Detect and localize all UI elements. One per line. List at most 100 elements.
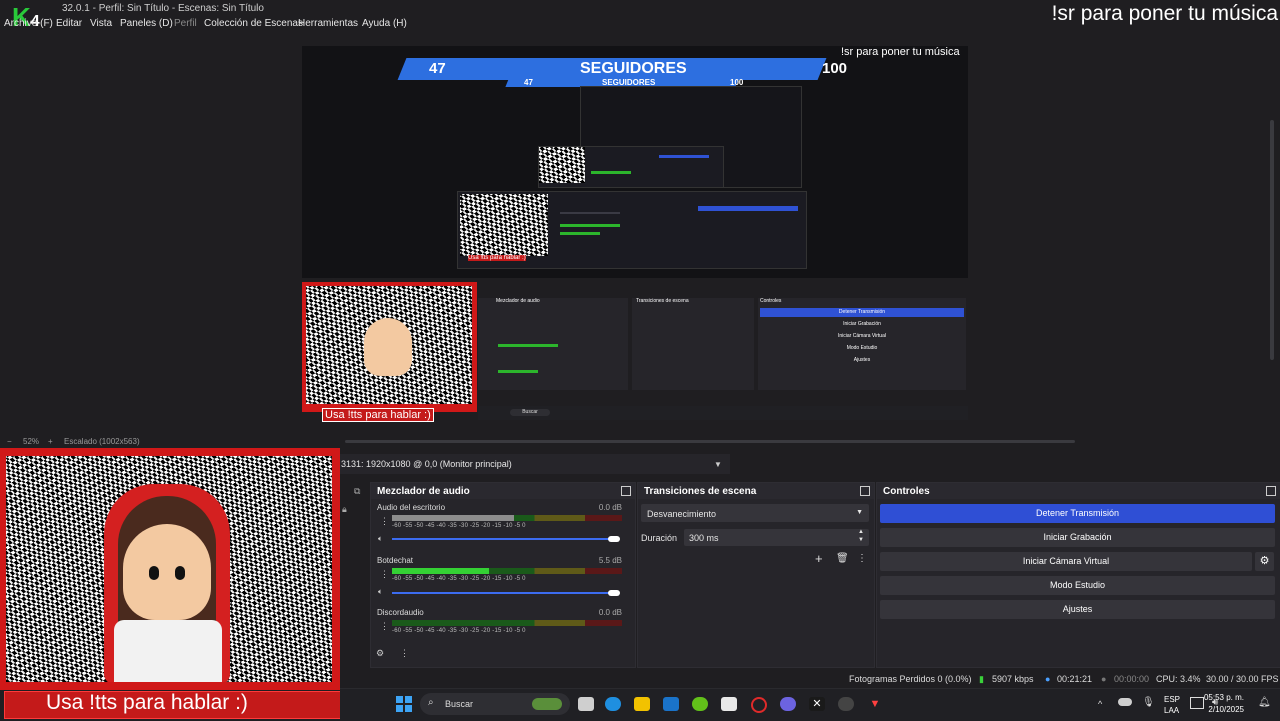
menu-ayuda[interactable]: Ayuda (H) [362, 18, 407, 29]
clock-time[interactable]: 05:53 p. m. [1204, 693, 1244, 702]
streamlabs-icon[interactable]: ▼ [867, 697, 883, 711]
nested-controls: Controles Detener Transmisión Iniciar Gr… [758, 298, 966, 390]
obs-icon[interactable] [838, 697, 854, 711]
lock-icon[interactable]: 🔒︎ [342, 504, 347, 515]
audio-mixer-title: Mezclador de audio [377, 486, 470, 497]
transitions-header: Transiciones de escena [638, 483, 874, 499]
menu-vista[interactable]: Vista [90, 18, 112, 29]
undock-icon[interactable] [1266, 486, 1276, 496]
mixer-volume-slider[interactable] [392, 592, 612, 594]
avatar-shirt [114, 620, 222, 682]
microphone-icon[interactable]: 🎙︎ [1142, 697, 1155, 708]
nested-virtualcam: Iniciar Cámara Virtual [838, 333, 886, 339]
duration-label: Duración [641, 533, 678, 543]
mixer-menu-icon[interactable]: ⋮ [380, 569, 389, 580]
store-icon[interactable] [721, 697, 737, 711]
edge-icon[interactable] [605, 697, 621, 711]
music-overlay-text: !sr para poner tu música [1051, 2, 1278, 25]
window-title: 32.0.1 - Perfil: Sin Título - Escenas: S… [62, 3, 264, 14]
mixer-more-icon[interactable]: ⋮ [400, 648, 409, 659]
undock-icon[interactable]: ⧉ [354, 486, 360, 497]
speaker-icon[interactable]: 🔈︎ [378, 587, 383, 597]
stop-stream-button[interactable]: Detener Transmisión [880, 504, 1275, 523]
duration-spinbox[interactable]: 300 ms ▲ ▼ [684, 529, 869, 546]
stream-status-icon: ● [1045, 674, 1051, 684]
controls-title: Controles [883, 486, 930, 497]
clock-date[interactable]: 2/10/2025 [1208, 705, 1244, 714]
preview-canvas[interactable]: 47 SEGUIDORES 100 !sr para poner tu músi… [302, 46, 968, 422]
mixer-menu-icon[interactable]: ⋮ [380, 516, 389, 527]
preview-vertical-scrollbar[interactable] [1270, 120, 1274, 360]
add-transition-icon[interactable]: + [815, 551, 823, 566]
mixer-menu-icon[interactable]: ⋮ [380, 621, 389, 632]
nested-mixer-meter-2 [498, 370, 538, 373]
mixer-volume-slider[interactable] [392, 538, 612, 540]
start-virtualcam-button[interactable]: Iniciar Cámara Virtual [880, 552, 1252, 571]
zoom-out-icon[interactable]: − [7, 437, 12, 446]
task-view-icon[interactable] [578, 697, 594, 711]
taskbar-search[interactable]: ⌕ Buscar [420, 693, 570, 715]
controls-header: Controles [877, 483, 1280, 499]
transitions-title: Transiciones de escena [644, 486, 757, 497]
settings-button[interactable]: Ajustes [880, 600, 1275, 619]
cloud-icon[interactable] [1118, 698, 1132, 706]
discord-icon[interactable] [780, 697, 796, 711]
duration-value: 300 ms [689, 533, 719, 543]
mixer-ticks: -60 -55 -50 -45 -40 -35 -30 -25 -20 -15 … [392, 628, 526, 634]
windows-start-icon[interactable] [396, 696, 412, 712]
preview-horizontal-scrollbar[interactable] [345, 440, 1075, 443]
transition-more-icon[interactable]: ⋮ [857, 553, 867, 564]
opera-icon[interactable] [751, 697, 767, 713]
nested-meter-3 [560, 232, 600, 235]
start-recording-button[interactable]: Iniciar Grabación [880, 528, 1275, 547]
chevron-up-icon[interactable]: ^ [1098, 699, 1102, 709]
menu-editar[interactable]: Editar [56, 18, 82, 29]
stream-time: 00:21:21 [1057, 674, 1093, 684]
keyboard-layout[interactable]: LAA [1164, 706, 1179, 715]
virtualcam-gear-icon[interactable]: ⚙ [1255, 552, 1274, 571]
mixer-channel-name: Discordaudio [377, 608, 424, 617]
nested-qr-3 [460, 194, 548, 256]
nested-studio: Modo Estudio [846, 345, 878, 351]
audio-mixer-header: Mezclador de audio [371, 483, 635, 499]
spin-down-icon[interactable]: ▼ [858, 537, 864, 543]
language-code[interactable]: ESP [1164, 695, 1180, 704]
menu-paneles[interactable]: Paneles (D) [120, 18, 173, 29]
mixer-volume-knob[interactable] [608, 536, 620, 542]
tts-text: Usa !tts para hablar :) [46, 691, 248, 714]
studio-mode-button[interactable]: Modo Estudio [880, 576, 1275, 595]
capcut-icon[interactable]: ✕ [809, 697, 825, 711]
nested-controls-title: Controles [760, 298, 782, 304]
spin-up-icon[interactable]: ▲ [858, 529, 864, 535]
nested-settings: Ajustes [853, 357, 871, 363]
outlook-icon[interactable] [663, 697, 679, 711]
speaker-icon[interactable]: 🔈︎ [378, 534, 383, 544]
gear-icon[interactable]: ⚙ [376, 648, 384, 659]
menu-coleccion-escenas[interactable]: Colección de Escenas [204, 18, 303, 29]
fps: 30.00 / 30.00 FPS [1206, 674, 1279, 684]
menu-archivo[interactable]: Archivo (F) [4, 18, 53, 29]
menu-perfil[interactable]: Perfil [174, 18, 197, 29]
undock-icon[interactable] [621, 486, 631, 496]
record-status-icon: ● [1101, 674, 1107, 684]
undock-icon[interactable] [860, 486, 870, 496]
notifications-icon[interactable]: 🔔︎ [1258, 697, 1271, 708]
nested-shot-4: Usa !tts para hablar :) [457, 191, 807, 269]
nested-obs: Usa !tts para hablar :) Mezclador de aud… [302, 278, 968, 422]
xbox-icon[interactable] [692, 697, 708, 711]
zoom-in-icon[interactable]: + [48, 437, 53, 446]
trash-icon[interactable]: 🗑︎ [836, 553, 849, 564]
nested-shot-3 [538, 146, 724, 188]
file-explorer-icon[interactable] [634, 697, 650, 711]
followers-label: SEGUIDORES [580, 60, 687, 77]
mixer-channel-db: 0.0 dB [598, 503, 622, 512]
source-combo-chevron-icon[interactable]: ▼ [714, 460, 722, 469]
menu-herramientas[interactable]: Herramientas [298, 18, 358, 29]
mixer-volume-knob[interactable] [608, 590, 620, 596]
webcam-feed [6, 456, 332, 682]
monitor-icon[interactable] [1190, 697, 1204, 709]
avatar-face [123, 524, 211, 620]
transition-select[interactable]: Desvanecimiento ▼ [641, 504, 869, 522]
source-display-text: 3131: 1920x1080 @ 0,0 (Monitor principal… [341, 459, 512, 469]
menu-bar: Archivo (F) Editar Vista Paneles (D) Per… [0, 16, 900, 32]
